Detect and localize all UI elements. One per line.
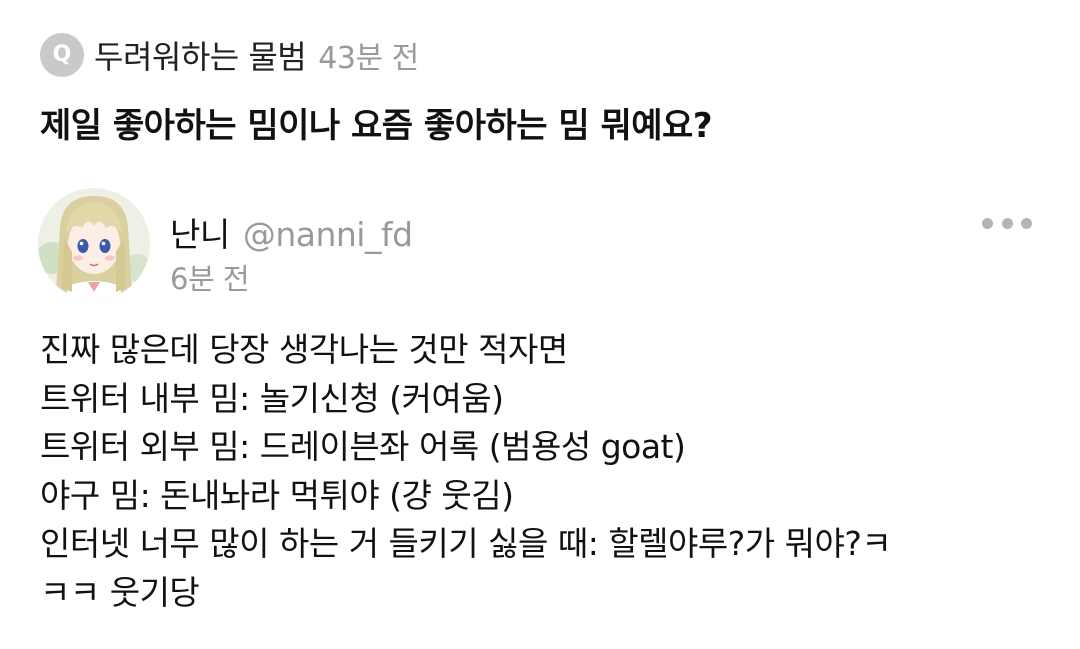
asker-name[interactable]: 두려워하는 물범 <box>94 32 307 78</box>
author-line: 난니 @nanni_fd <box>170 208 413 256</box>
answer-line: 인터넷 너무 많이 하는 거 들키기 싫을 때: 할렐야루?가 뭐야?ㅋ <box>40 524 892 563</box>
more-dot <box>1021 217 1032 229</box>
answer-line: ㅋㅋ 웃기당 <box>40 572 200 612</box>
answer-time: 6분 전 <box>170 262 250 296</box>
asked-time: 43분 전 <box>318 41 419 76</box>
question-badge-letter: Q <box>52 42 72 67</box>
more-options-icon[interactable] <box>982 210 1032 236</box>
question-badge-icon: Q <box>40 33 84 77</box>
question-header: Q 두려워하는 물범 43분 전 <box>40 30 419 80</box>
answer-body: 진짜 많은데 당장 생각나는 것만 적자면 트위터 내부 밈: 놀기신청 (커여… <box>40 326 1050 617</box>
author-name[interactable]: 난니 <box>170 215 230 254</box>
answer-line: 트위터 외부 밈: 드레이븐좌 어록 (범용성 goat) <box>40 427 686 466</box>
more-dot <box>982 217 993 229</box>
more-dot <box>1001 217 1013 229</box>
avatar[interactable] <box>38 188 150 300</box>
answer-line: 진짜 많은데 당장 생각나는 것만 적자면 <box>40 330 568 369</box>
answer-line: 야구 밈: 돈내놔라 먹튀야 (걍 웃김) <box>40 475 514 515</box>
question-text: 제일 좋아하는 밈이나 요즘 좋아하는 밈 뭐예요? <box>40 106 713 146</box>
answer-line: 트위터 내부 밈: 놀기신청 (커여움) <box>40 378 504 418</box>
anime-girl-avatar-icon <box>38 188 150 300</box>
author-handle[interactable]: @nanni_fd <box>243 215 413 254</box>
